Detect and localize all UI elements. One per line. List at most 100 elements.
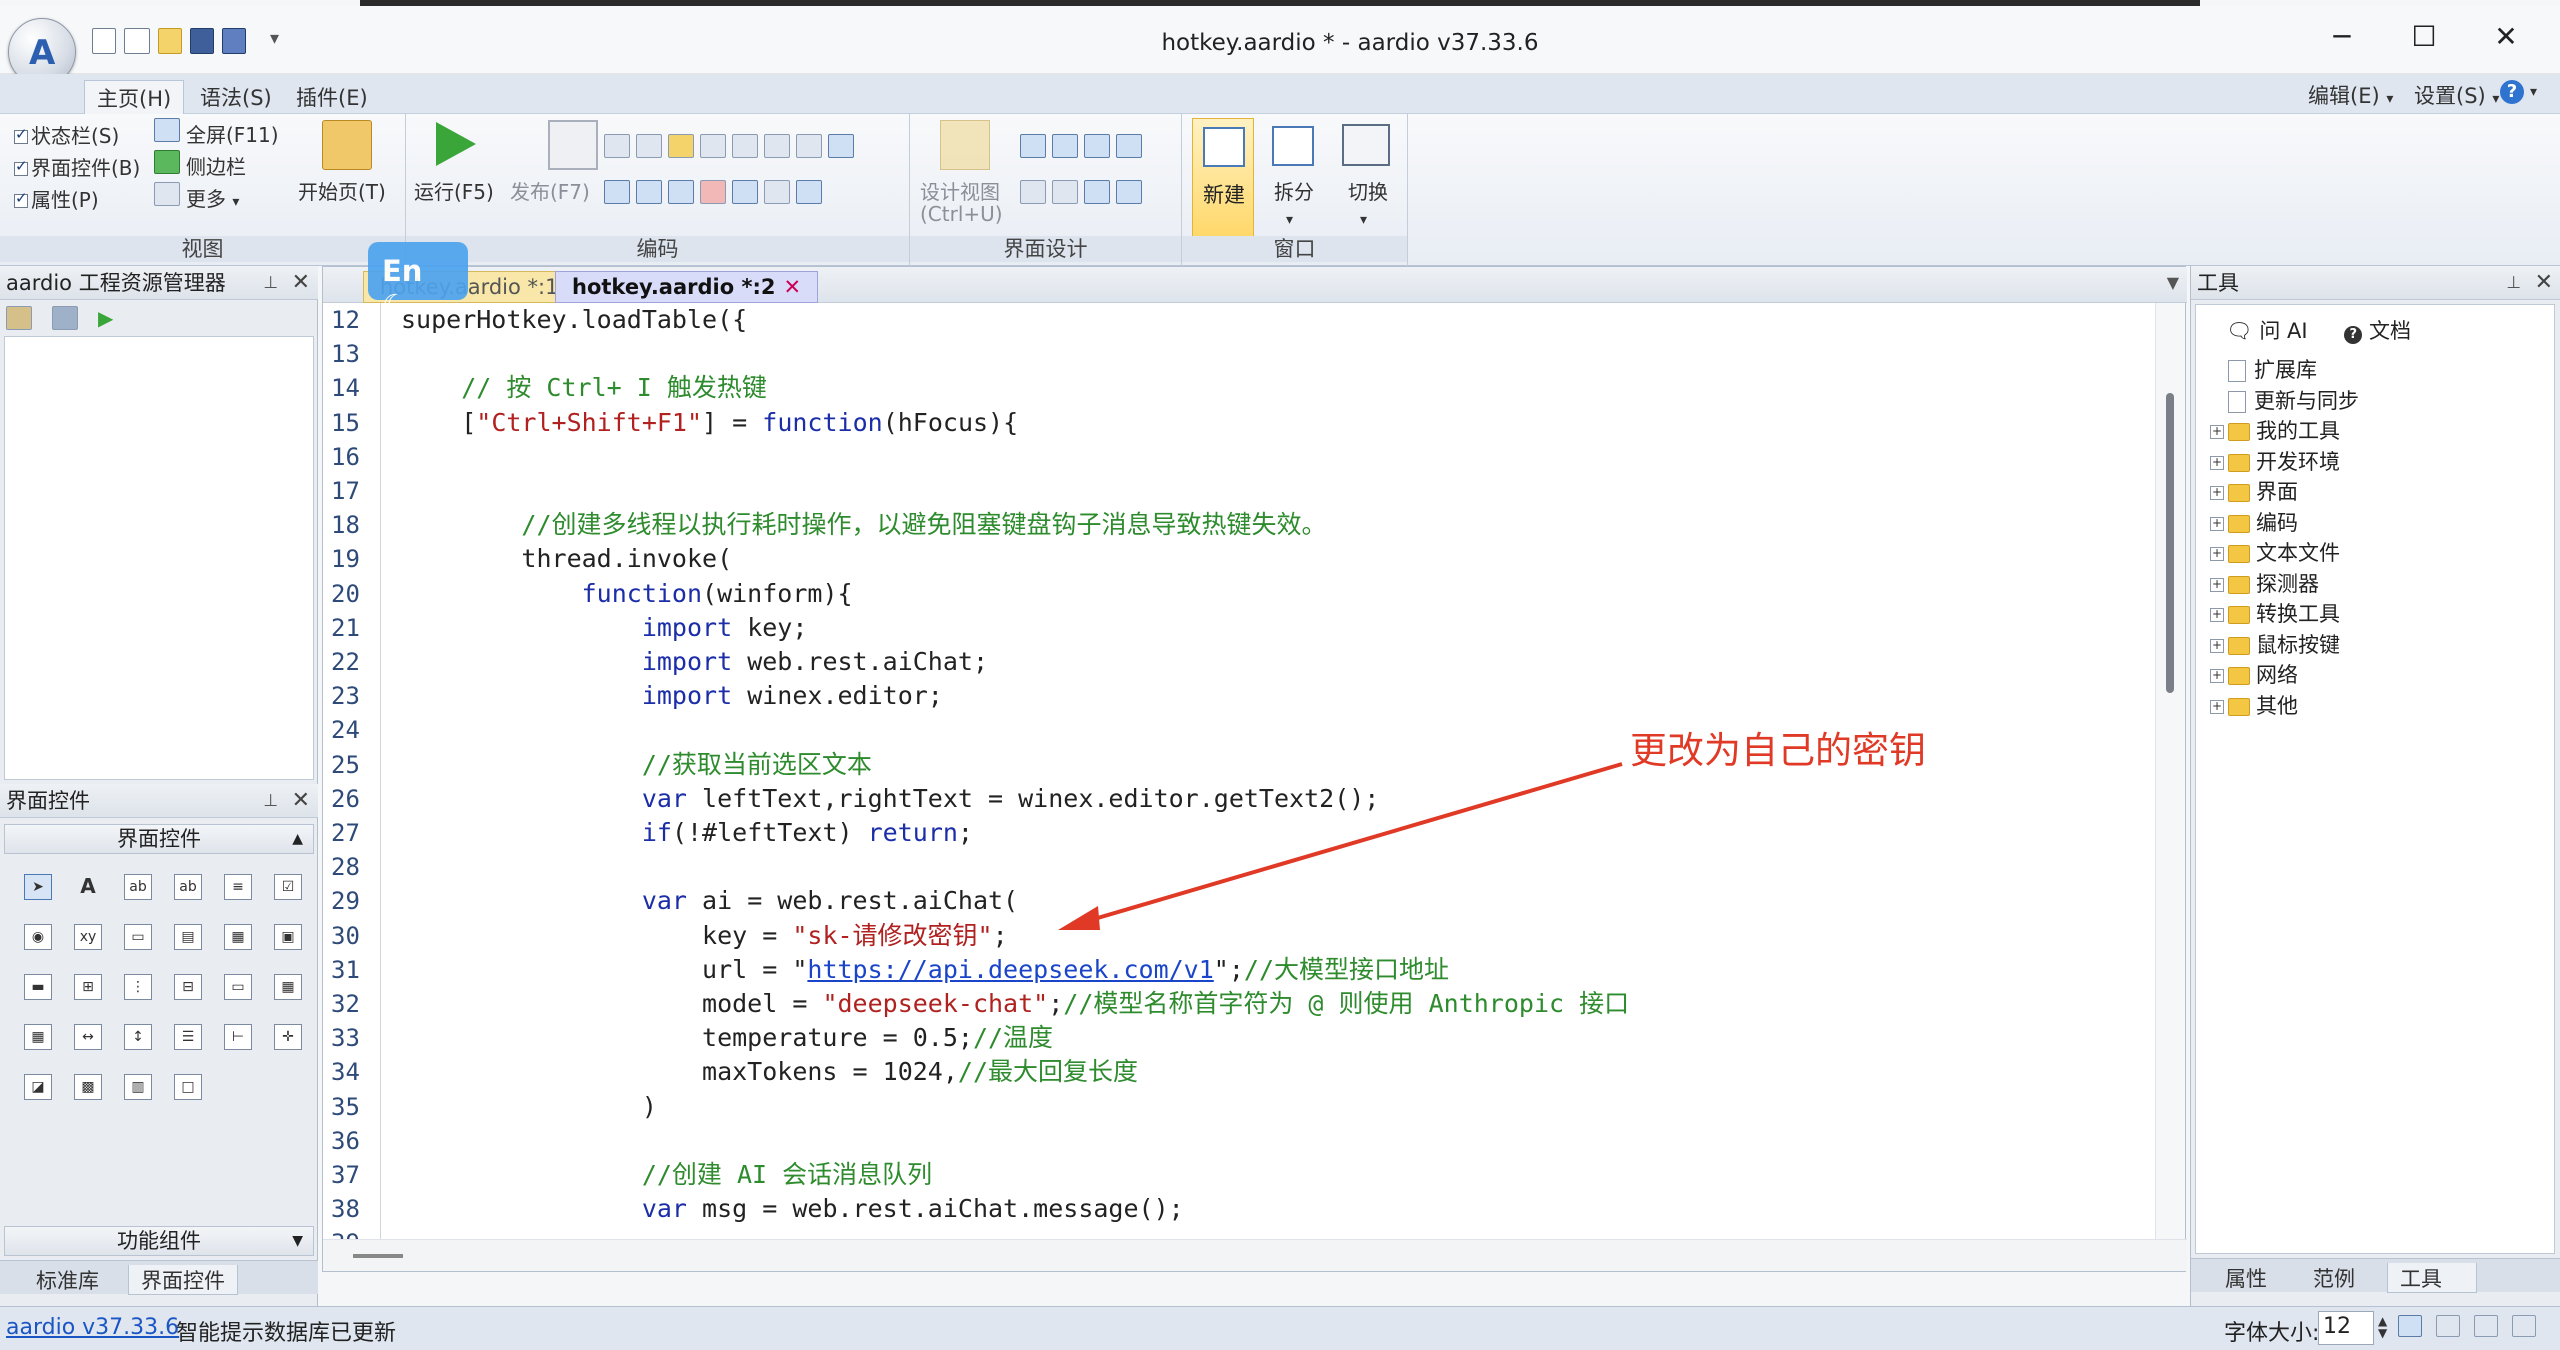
panel-icon[interactable]: ▭ — [224, 974, 252, 1000]
format-icon[interactable] — [700, 134, 726, 158]
tab-list-dropdown-icon[interactable]: ▼ — [2167, 273, 2179, 292]
code-line[interactable]: 32 model = "deepseek-chat";//模型名称首字符为 @ … — [323, 987, 2153, 1021]
expand-icon[interactable]: + — [2210, 486, 2224, 500]
button-icon[interactable]: ▭ — [124, 924, 152, 950]
tree-item-folder[interactable]: + 文本文件 — [2210, 538, 2359, 569]
close-icon[interactable]: ✕ — [292, 784, 310, 818]
expand-icon[interactable]: + — [2210, 455, 2224, 470]
fullscreen-button[interactable]: 全屏(F11) — [154, 118, 279, 148]
static-text-icon[interactable]: A — [74, 874, 102, 900]
code-line[interactable]: 26 var leftText,rightText = winex.editor… — [323, 782, 2153, 816]
code-line[interactable]: 38 var msg = web.rest.aiChat.message(); — [323, 1192, 2153, 1226]
code-line[interactable]: 20 function(winform){ — [323, 577, 2153, 611]
start-page-button[interactable]: 开始页(T) — [298, 176, 386, 205]
calendar-icon[interactable]: ▦ — [24, 1024, 52, 1050]
publish-button[interactable]: 发布(F7) — [510, 176, 590, 205]
code-line[interactable]: 31 url = "https://api.deepseek.com/v1";/… — [323, 953, 2153, 987]
tree-item-page[interactable]: 扩展库 — [2210, 355, 2359, 386]
code-line[interactable]: 28 — [323, 850, 2153, 884]
font-size-input[interactable]: 12 — [2318, 1311, 2374, 1345]
sidebar-button[interactable]: 侧边栏 — [154, 150, 246, 180]
tree-icon[interactable]: ⋮ — [124, 974, 152, 1000]
tab-control-icon[interactable]: ⊞ — [74, 974, 102, 1000]
align-left-icon[interactable] — [1020, 134, 1046, 158]
scroll-thumb[interactable] — [353, 1254, 403, 1258]
code-line[interactable]: 18 //创建多线程以执行耗时操作，以避免阻塞键盘钩子消息导致热键失效。 — [323, 508, 2153, 542]
label-icon[interactable]: xy — [74, 924, 102, 950]
code-line[interactable]: 23 import winex.editor; — [323, 679, 2153, 713]
design-view-button[interactable]: 设计视图 — [920, 176, 1000, 205]
richedit-icon[interactable]: ab — [174, 874, 202, 900]
tree-item-folder[interactable]: + 开发环境 — [2210, 447, 2359, 478]
radio-icon[interactable]: ◉ — [24, 924, 52, 950]
progress-icon[interactable]: ▬ — [24, 974, 52, 1000]
anchor-icon[interactable] — [1116, 180, 1142, 204]
tab-tools[interactable]: 工具 — [2387, 1263, 2477, 1293]
ask-ai-button[interactable]: 🗨 问 AI — [2226, 319, 2308, 343]
tree-item-folder[interactable]: + 其他 — [2210, 691, 2359, 722]
editor-tab-2[interactable]: hotkey.aardio *:2 ✕ — [555, 271, 819, 303]
pin-icon[interactable]: ⊥ — [2506, 266, 2521, 300]
chevron-down-icon[interactable]: ▾ — [2530, 84, 2537, 100]
version-link[interactable]: aardio v37.33.6 — [6, 1315, 179, 1340]
code-line[interactable]: 33 temperature = 0.5;//温度 — [323, 1021, 2153, 1055]
tree-item-folder[interactable]: + 我的工具 — [2210, 416, 2359, 447]
tree-item-page[interactable]: 更新与同步 — [2210, 386, 2359, 417]
tab-properties[interactable]: 属性 — [2213, 1263, 2279, 1293]
image-icon[interactable]: ▣ — [274, 924, 302, 950]
undo-icon[interactable] — [732, 180, 758, 204]
statusbar-toggle[interactable]: 状态栏(S) — [14, 120, 119, 149]
splitter-icon[interactable]: ⊢ — [224, 1024, 252, 1050]
font-size-spinner-icon[interactable]: ▲ ▼ — [2378, 1315, 2387, 1339]
controls-section-header[interactable]: 界面控件 ▲ — [4, 824, 314, 854]
pin-icon[interactable]: ⊥ — [263, 266, 278, 300]
tab-examples[interactable]: 范例 — [2301, 1263, 2367, 1293]
code-line[interactable]: 13 — [323, 337, 2153, 371]
groupbox-icon[interactable]: ▤ — [174, 924, 202, 950]
code-line[interactable]: 17 — [323, 474, 2153, 508]
horizontal-scrollbar[interactable] — [323, 1239, 2187, 1271]
trackbar-icon[interactable]: ⊟ — [174, 974, 202, 1000]
docs-button[interactable]: ? 文档 — [2344, 319, 2411, 344]
controls-toggle[interactable]: 界面控件(B) — [14, 152, 140, 181]
tab-syntax[interactable]: 语法(S) — [188, 80, 284, 114]
custom-icon[interactable]: □ — [174, 1074, 202, 1100]
goto-icon[interactable] — [636, 180, 662, 204]
listview-icon[interactable]: ☰ — [174, 1024, 202, 1050]
expand-icon[interactable]: + — [2210, 516, 2224, 531]
code-line[interactable]: 29 var ai = web.rest.aiChat( — [323, 884, 2153, 918]
close-tab-icon[interactable]: ✕ — [783, 275, 801, 299]
arrow-icon[interactable] — [2398, 1315, 2422, 1337]
code-line[interactable]: 34 maxTokens = 1024,//最大回复长度 — [323, 1055, 2153, 1089]
vertical-scrollbar[interactable] — [2155, 303, 2185, 1241]
wrap-icon[interactable] — [2436, 1315, 2460, 1337]
plus-icon[interactable]: ▩ — [74, 1074, 102, 1100]
grid-icon[interactable] — [1052, 180, 1078, 204]
switch-button[interactable]: 切换 ▾ — [1348, 176, 1388, 229]
book-icon[interactable] — [2474, 1315, 2498, 1337]
bookmark-icon[interactable] — [668, 180, 694, 204]
edit-box-icon[interactable]: ab — [124, 874, 152, 900]
tree-item-folder[interactable]: + 转换工具 — [2210, 599, 2359, 630]
open-project-icon[interactable] — [6, 306, 32, 330]
run-button[interactable]: 运行(F5) — [414, 176, 494, 205]
code-line[interactable]: 16 — [323, 440, 2153, 474]
tab-controls[interactable]: 界面控件 — [128, 1265, 238, 1295]
code-link[interactable]: https://api.deepseek.com/v1 — [807, 955, 1213, 984]
more-button[interactable]: 更多 ▾ — [154, 182, 239, 212]
tree-item-folder[interactable]: + 界面 — [2210, 477, 2359, 508]
pin-icon[interactable] — [1084, 180, 1110, 204]
menu-settings[interactable]: 设置(S) ▾ — [2414, 80, 2499, 110]
redo-icon[interactable] — [764, 180, 790, 204]
scroll-icon[interactable]: ↕ — [124, 1024, 152, 1050]
code-line[interactable]: 15 ["Ctrl+Shift+F1"] = function(hFocus){ — [323, 406, 2153, 440]
code-line[interactable]: 30 key = "sk-请修改密钥"; — [323, 919, 2153, 953]
size-icon[interactable] — [1020, 180, 1046, 204]
paste-icon[interactable] — [668, 134, 694, 158]
new-window-button[interactable]: 新建 — [1192, 118, 1254, 238]
run-project-icon[interactable]: ▶ — [98, 306, 113, 330]
spin-icon[interactable]: ↔ — [74, 1024, 102, 1050]
code-line[interactable]: 36 — [323, 1124, 2153, 1158]
comment-icon[interactable] — [828, 134, 854, 158]
split-button[interactable]: 拆分 ▾ — [1274, 176, 1314, 229]
